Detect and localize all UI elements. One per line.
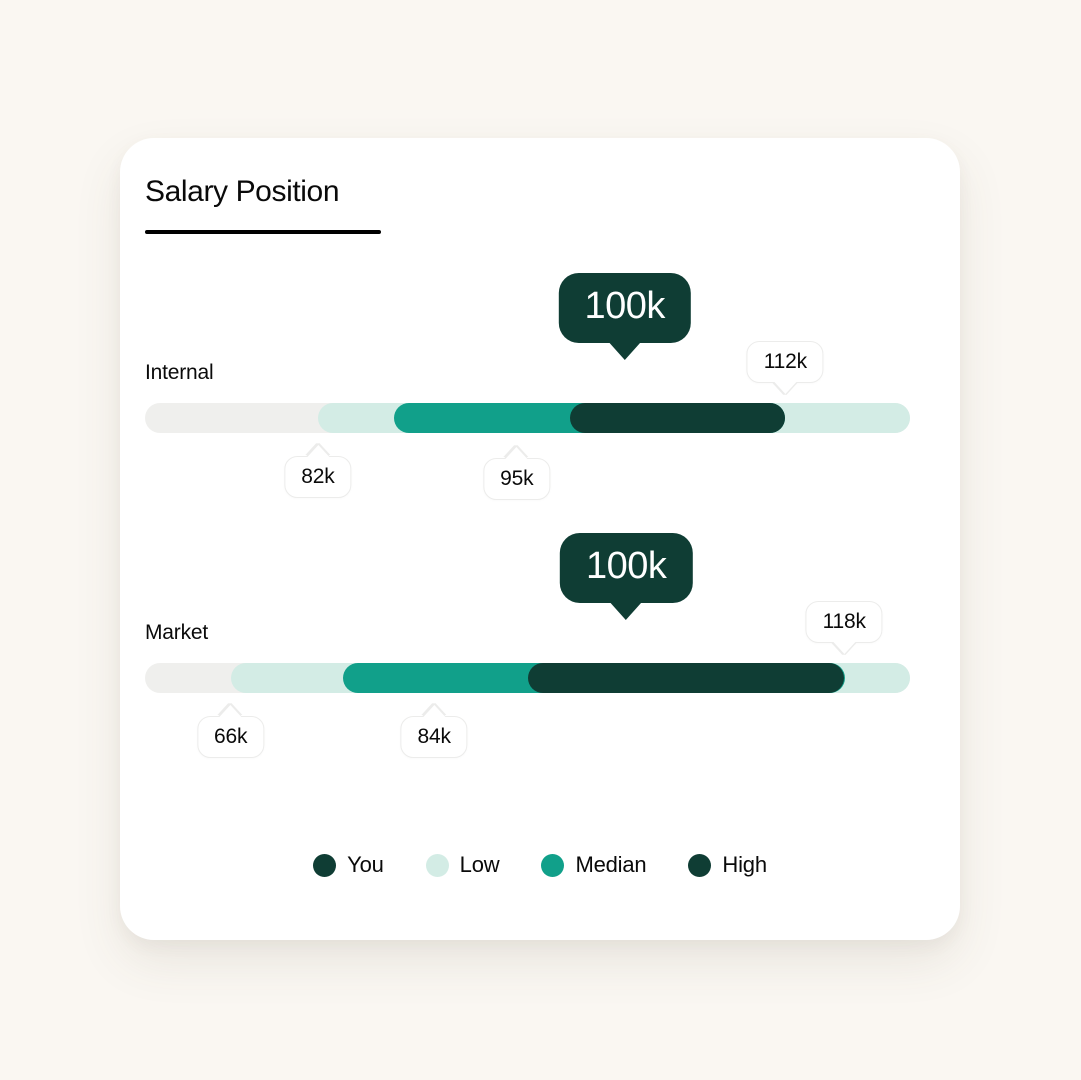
median-marker-pointer-internal	[505, 447, 528, 459]
legend-label-low: Low	[459, 852, 500, 877]
screen: Salary Position Internal 100k 112k 82k 9…	[0, 0, 1081, 1080]
you-marker-market[interactable]: 100k	[559, 533, 693, 620]
legend-dot-low-icon	[425, 853, 449, 877]
low-marker-internal[interactable]: 82k	[284, 445, 352, 499]
high-marker-market[interactable]: 118k	[805, 601, 883, 655]
low-marker-value-internal: 82k	[301, 465, 335, 488]
legend-item-you[interactable]: You	[313, 852, 384, 878]
legend-label-high: High	[722, 852, 767, 877]
legend-label-you: You	[347, 852, 384, 877]
segment-high-market	[527, 663, 845, 693]
low-marker-value-market: 66k	[214, 725, 248, 748]
high-marker-body-market: 118k	[805, 601, 883, 655]
low-marker-market[interactable]: 66k	[197, 705, 265, 759]
title-underline	[145, 230, 381, 234]
you-marker-body-market: 100k	[559, 533, 693, 620]
median-marker-body-internal: 95k	[483, 447, 551, 501]
you-marker-pointer-market	[609, 600, 644, 620]
high-marker-body-internal: 112k	[746, 341, 824, 395]
median-marker-market[interactable]: 84k	[400, 705, 468, 759]
low-marker-body-internal: 82k	[284, 445, 352, 499]
high-marker-pointer-internal	[774, 382, 797, 395]
high-marker-value-internal: 112k	[763, 350, 807, 373]
you-marker-value-market: 100k	[585, 545, 667, 587]
legend-dot-high-icon	[688, 853, 712, 877]
page-title: Salary Position	[145, 175, 340, 208]
median-marker-internal[interactable]: 95k	[483, 447, 551, 501]
segment-high-internal	[569, 403, 786, 433]
median-marker-pointer-market	[423, 705, 446, 717]
legend-item-median[interactable]: Median	[541, 852, 647, 878]
legend-item-high[interactable]: High	[688, 852, 767, 878]
you-marker-internal[interactable]: 100k	[558, 273, 691, 360]
low-marker-pointer-internal	[306, 445, 329, 457]
salary-track-internal[interactable]	[145, 403, 910, 433]
chart-legend: You Low Median High	[120, 852, 960, 878]
salary-track-market[interactable]	[145, 663, 910, 693]
high-marker-value-market: 118k	[822, 610, 866, 633]
median-marker-value-internal: 95k	[500, 467, 534, 490]
you-marker-body-internal: 100k	[558, 273, 691, 360]
row-label-internal: Internal	[145, 361, 214, 384]
low-marker-pointer-market	[219, 705, 242, 717]
salary-position-card: Salary Position Internal 100k 112k 82k 9…	[120, 138, 960, 940]
you-marker-value-internal: 100k	[584, 285, 665, 327]
high-marker-internal[interactable]: 112k	[746, 341, 824, 395]
high-marker-pointer-market	[833, 642, 856, 655]
median-marker-body-market: 84k	[400, 705, 468, 759]
you-marker-pointer-internal	[607, 340, 642, 360]
legend-dot-median-icon	[541, 853, 565, 877]
low-marker-body-market: 66k	[197, 705, 265, 759]
legend-item-low[interactable]: Low	[425, 852, 500, 878]
card-header: Salary Position	[145, 174, 381, 234]
median-marker-value-market: 84k	[417, 725, 451, 748]
row-label-market: Market	[145, 621, 208, 644]
legend-label-median: Median	[575, 852, 647, 877]
legend-dot-you-icon	[313, 853, 337, 877]
